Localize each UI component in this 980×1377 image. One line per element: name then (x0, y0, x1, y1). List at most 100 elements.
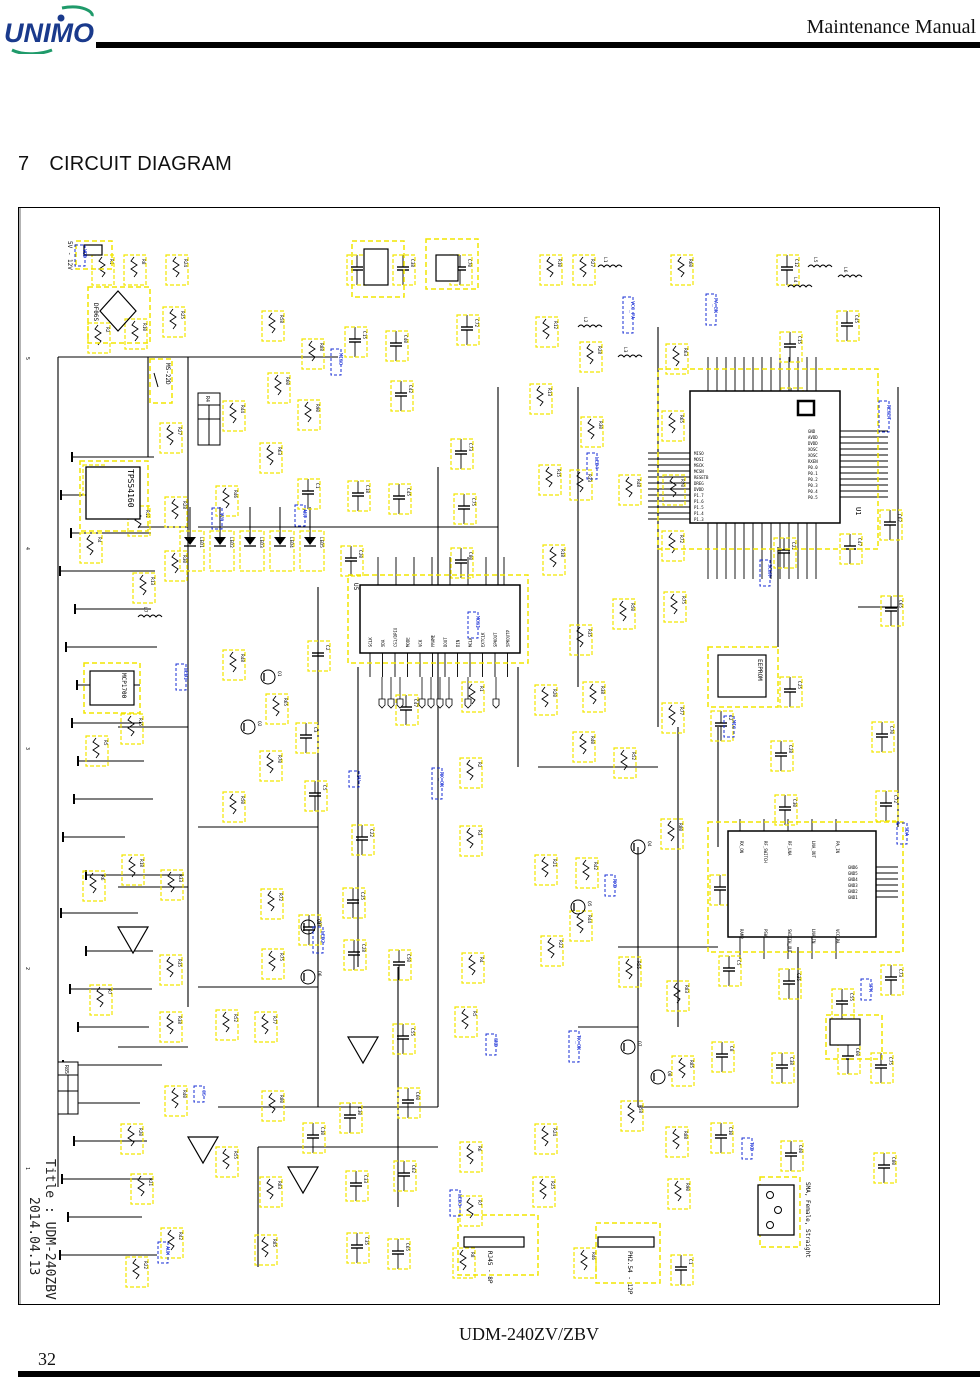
component-ref: C75 (887, 1057, 893, 1065)
component-ref: R38 (176, 1016, 182, 1024)
component-ref: C35 (795, 973, 801, 981)
grid-mark: 4 (24, 547, 30, 550)
net-label: VCC_PA (629, 301, 635, 319)
component-ref: R40 (181, 1090, 187, 1098)
component-ref: R65 (282, 698, 288, 706)
component-ref: R55 (635, 961, 641, 969)
ic-u3-pin: LNA_IN (811, 929, 816, 944)
ic-u7-label: MCP1700 (120, 673, 127, 699)
grid-mark: 3 (24, 747, 30, 750)
component-ref: R21 (551, 859, 557, 867)
net-label: VDD (81, 249, 87, 258)
component-ref: R30 (597, 421, 603, 429)
component-ref: R63 (276, 447, 282, 455)
component-ref: R27 (589, 259, 595, 267)
component-ref: C73 (897, 969, 903, 977)
inductor-ref: L3 (622, 347, 628, 353)
component-ref: C1 (314, 483, 320, 489)
component-ref: R22 (142, 1261, 148, 1269)
component-ref: R88 (682, 1131, 688, 1139)
component-ref: R12 (552, 321, 558, 329)
component-ref: R44 (239, 405, 245, 413)
net-label: LED4 (593, 457, 599, 469)
component-ref: R55 (232, 1151, 238, 1159)
ic-u1-pin: XOSC (808, 447, 818, 452)
component-ref: C28 (360, 944, 366, 952)
net-label: RXD (611, 879, 617, 888)
ic-u1-pin: RXEN (808, 459, 818, 464)
header-rule (96, 42, 980, 48)
component-ref: C5 (735, 960, 741, 966)
schematic-title: Title : UDM-240ZBV (42, 1159, 57, 1300)
component-ref: C70 (888, 726, 894, 734)
component-ref: C25 (359, 892, 365, 900)
inductor-ref: L6 (842, 267, 848, 273)
component-ref: R25 (179, 311, 185, 319)
component-ref: R10 (556, 259, 562, 267)
component-ref: R80 (677, 823, 683, 831)
component-ref: C15 (361, 331, 367, 339)
component-ref: R77 (678, 707, 684, 715)
logo-text: UNIMO (4, 18, 94, 48)
grid-mark: 1 (24, 1167, 30, 1170)
schematic-date: 2014.04.13 (26, 1197, 41, 1275)
logo-swoosh-icon (61, 5, 94, 17)
transistor-ref: Q3 (316, 921, 322, 927)
component-ref: R6 (476, 1146, 482, 1152)
component-ref: C73 (467, 443, 473, 451)
component-ref: R30 (181, 555, 187, 563)
ic-u3-gnd-pin: GND6 (848, 865, 858, 870)
component-ref: R5 (102, 740, 108, 746)
component-ref: R52 (630, 752, 636, 760)
component-ref: R4 (96, 537, 102, 543)
net-label: MISO (337, 353, 343, 365)
component-ref: R13 (546, 388, 552, 396)
component-ref: R77 (271, 1016, 277, 1024)
component-ref: C28 (787, 745, 793, 753)
ic-u1-pin: P0.1 (808, 471, 818, 476)
ic-u5-pin: EXTCLK (481, 632, 486, 647)
component-ref: R60 (284, 377, 290, 385)
component-ref: C72 (473, 319, 479, 327)
component-ref: C30 (791, 799, 797, 807)
component-ref: R7 (106, 989, 112, 995)
ic-u1-pin: MSCK (694, 463, 704, 468)
component-ref: R85 (688, 1060, 694, 1068)
net-label: 3V3 (218, 512, 224, 521)
component-ref: R70 (679, 479, 685, 487)
led-ref: LED5 (318, 537, 324, 548)
component-ref: R28 (596, 346, 602, 354)
component-ref: C33 (362, 1175, 368, 1183)
connector-cn2-label: PH2.54 - 12P (626, 1251, 633, 1295)
footer-rule (18, 1371, 980, 1377)
net-label: SPK (867, 983, 873, 992)
jumper-table-r85: R85 (57, 1061, 79, 1115)
transistor-ref: Q1 (276, 671, 282, 677)
ic-u1-pin: P1.7 (694, 493, 704, 498)
ic-u3-pin: PA_IN (835, 841, 840, 854)
ic-u5-label: U5 (352, 583, 359, 591)
connector-j2-label: SMA, Female, Straight (804, 1182, 811, 1258)
component-ref: C2 (324, 645, 330, 651)
net-label: SDA (903, 827, 909, 836)
footer-model: UDM-240ZV/ZBV (459, 1324, 599, 1344)
component-ref: R5 (471, 1011, 477, 1017)
table-r4-header: R4 (204, 396, 210, 402)
ic-u3-pin: RX_ON (739, 841, 744, 854)
inductor-ref: L7 (142, 607, 148, 613)
component-ref: R52 (232, 1014, 238, 1022)
component-ref: C47 (856, 538, 862, 546)
jumper-table-r4: R4 (197, 392, 221, 446)
section-heading: 7 CIRCUIT DIAGRAM (18, 153, 232, 176)
component-ref: C55 (409, 1028, 415, 1036)
page-number: 32 (38, 1349, 56, 1369)
net-label: LED3 (456, 1194, 462, 1206)
component-ref: R20 (551, 689, 557, 697)
led-ref: LED2 (228, 537, 234, 548)
component-ref: R72 (678, 535, 684, 543)
component-ref: R75 (680, 596, 686, 604)
component-ref: C35 (363, 1237, 369, 1245)
net-label: PA_EN (712, 298, 718, 313)
component-ref: R33 (177, 874, 183, 882)
transistor-ref: Q2 (256, 721, 262, 727)
